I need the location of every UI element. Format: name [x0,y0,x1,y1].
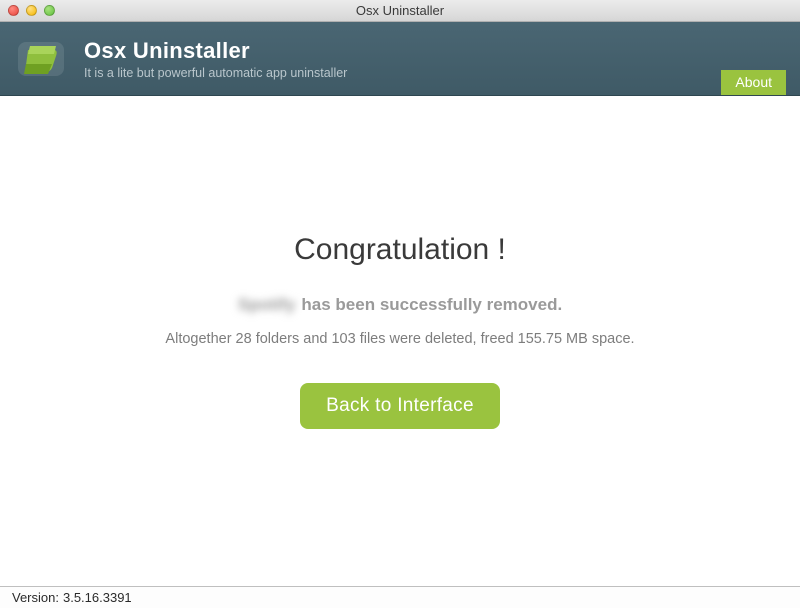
about-button[interactable]: About [721,70,786,95]
back-to-interface-button[interactable]: Back to Interface [300,383,500,429]
window-controls [0,5,55,16]
congratulation-heading: Congratulation ! [294,233,506,267]
app-title: Osx Uninstaller [84,38,347,64]
main-content: Congratulation ! Spotify has been succes… [0,96,800,586]
header-text-block: Osx Uninstaller It is a lite but powerfu… [84,38,347,80]
maximize-icon[interactable] [44,5,55,16]
removed-app-name: Spotify [238,295,296,315]
version-label: Version: [12,590,59,605]
window-title: Osx Uninstaller [0,3,800,18]
version-value: 3.5.16.3391 [63,590,132,605]
removed-message: Spotify has been successfully removed. [238,295,562,315]
minimize-icon[interactable] [26,5,37,16]
status-bar: Version: 3.5.16.3391 [0,586,800,608]
removed-suffix: has been successfully removed. [301,295,562,315]
close-icon[interactable] [8,5,19,16]
app-tagline: It is a lite but powerful automatic app … [84,66,347,80]
app-logo-icon [14,34,68,84]
window-titlebar: Osx Uninstaller [0,0,800,22]
app-header: Osx Uninstaller It is a lite but powerfu… [0,22,800,96]
deletion-stats: Altogether 28 folders and 103 files were… [165,331,634,347]
